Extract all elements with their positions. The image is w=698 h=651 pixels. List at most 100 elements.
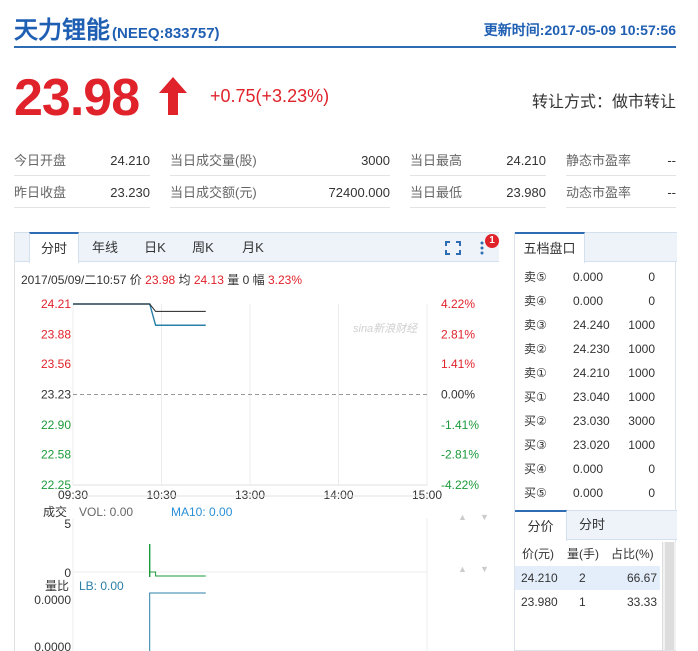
order-qty: 0 [648, 270, 655, 284]
order-price: 0.000 [573, 294, 604, 308]
order-book-row: 买⑤ 0.000 0 [515, 481, 677, 505]
y-tick-percent: 0.00% [441, 388, 475, 402]
order-price: 23.030 [573, 414, 610, 428]
volume-ma-line [149, 571, 206, 577]
volume-ma-text: MA10: 0.00 [171, 505, 233, 519]
stat-static-pe: 静态市盈率 -- [566, 146, 676, 176]
row-ratio: 66.67 [627, 571, 658, 585]
y-tick-price: 23.88 [41, 327, 71, 341]
order-qty: 0 [648, 486, 655, 500]
stat-open: 今日开盘 24.210 [14, 146, 150, 176]
order-book-row: 卖① 24.210 1000 [515, 361, 677, 385]
col-qty: 量(手) [567, 547, 599, 561]
order-book-row: 买① 23.040 1000 [515, 385, 677, 409]
y-tick-percent: -2.81% [441, 448, 479, 462]
current-price: 23.98 [14, 69, 140, 127]
y-tick-price: 23.23 [41, 388, 71, 402]
y-tick-percent: -1.41% [441, 418, 479, 432]
stock-header: 天力锂能 (NEEQ:833757) 更新时间:2017-05-09 10:57:… [14, 8, 676, 48]
volume-tick: 0 [64, 566, 71, 580]
y-tick-percent: 2.81% [441, 327, 475, 341]
stat-volume: 当日成交量(股) 3000 [170, 146, 390, 176]
order-book-row: 卖② 24.230 1000 [515, 337, 677, 361]
chart-panel: 分时 年线 日K 周K 月K 1 2017/05/09/二10:57 价 23.… [14, 232, 499, 651]
stock-name: 天力锂能 (NEEQ:833757) [14, 10, 220, 45]
tab-time-trades[interactable]: 分时 [567, 510, 617, 541]
order-price: 24.230 [573, 342, 610, 356]
order-level: 卖④ [524, 294, 547, 308]
order-level: 卖② [524, 342, 547, 356]
y-tick-price: 22.58 [41, 448, 71, 462]
order-level: 卖⑤ [524, 270, 547, 284]
order-qty: 1000 [628, 438, 655, 452]
row-ratio: 33.33 [627, 595, 658, 609]
y-tick-price: 23.56 [41, 357, 71, 371]
order-qty: 1000 [628, 390, 655, 404]
stat-prev-close: 昨日收盘 23.230 [14, 178, 150, 208]
row-price: 24.210 [521, 571, 558, 585]
stat-dynamic-pe: 动态市盈率 -- [566, 178, 676, 208]
intraday-chart[interactable]: 24.21 4.22% 23.88 2.81% 23.56 1.41% 23.23 0.00%… [15, 232, 499, 651]
order-price: 0.000 [573, 270, 604, 284]
series-line-0 [73, 303, 206, 326]
order-qty: 1000 [628, 318, 655, 332]
trade-tabs: 分价 分时 [515, 510, 677, 541]
tab-order-book[interactable]: 五档盘口 [515, 232, 585, 263]
order-level: 买① [524, 390, 547, 404]
order-level: 卖③ [524, 318, 547, 332]
row-price: 23.980 [521, 595, 558, 609]
stock-code: (NEEQ:833757) [112, 25, 220, 42]
scrollbar-thumb[interactable] [665, 542, 674, 650]
stats-grid: 今日开盘 24.210 当日成交量(股) 3000 当日最高 24.210 静态市盈率… [14, 146, 676, 210]
order-level: 买⑤ [524, 486, 547, 500]
stat-high: 当日最高 24.210 [410, 146, 546, 176]
tab-price-distribution[interactable]: 分价 [515, 510, 567, 541]
order-book-header: 五档盘口 [515, 232, 677, 263]
row-qty: 1 [579, 595, 586, 609]
update-time: 更新时间:2017-05-09 10:57:56 [483, 22, 676, 38]
order-level: 卖① [524, 366, 547, 380]
stats-row: 今日开盘 24.210 当日成交量(股) 3000 当日最高 24.210 静态市盈率… [14, 146, 676, 178]
ratio-tick: 0.0000 [34, 593, 71, 607]
col-price: 价(元) [522, 547, 554, 561]
watermark-logo: sina新浪财经 [353, 322, 418, 335]
y-tick-price: 24.21 [41, 297, 71, 311]
stock-name-text: 天力锂能 [14, 17, 110, 44]
x-tick: 15:00 [412, 488, 442, 502]
order-qty: 1000 [628, 366, 655, 380]
order-price: 0.000 [573, 486, 604, 500]
order-qty: 0 [648, 462, 655, 476]
order-level: 买② [524, 414, 547, 428]
ratio-tick: 0.0000 [34, 640, 71, 651]
row-qty: 2 [579, 571, 586, 585]
scroll-up-icon: ▲ [458, 512, 467, 522]
order-level: 买④ [524, 462, 547, 476]
y-tick-percent: 1.41% [441, 357, 475, 371]
x-tick: 14:00 [323, 488, 353, 502]
price-change: +0.75(+3.23%) [210, 86, 330, 106]
scrollbar[interactable] [662, 542, 676, 650]
order-qty: 1000 [628, 342, 655, 356]
x-tick: 13:00 [235, 488, 265, 502]
x-tick: 10:30 [146, 488, 176, 502]
ratio-label: 量比 [45, 579, 69, 593]
ratio-line [149, 592, 206, 651]
stat-low: 当日最低 23.980 [410, 178, 546, 208]
order-qty: 3000 [628, 414, 655, 428]
order-price: 0.000 [573, 462, 604, 476]
order-price: 24.240 [573, 318, 610, 332]
price-table-row: 24.210 2 66.67 [515, 566, 660, 590]
volume-tick: 5 [64, 517, 71, 531]
col-ratio: 占比(%) [611, 547, 654, 561]
transfer-mode: 转让方式：做市转让 [531, 94, 676, 111]
stat-amount: 当日成交额(元) 72400.000 [170, 178, 390, 208]
order-book-row: 卖⑤ 0.000 0 [515, 265, 677, 289]
price-table-row: 23.980 1 33.33 [515, 590, 660, 614]
y-tick-percent: -4.22% [441, 478, 479, 492]
scroll-down-icon: ▼ [480, 512, 489, 522]
order-book-panel: 五档盘口 卖⑤ 0.000 0 卖④ 0.000 0 卖③ 24.240 1000 卖② 24.23… [514, 232, 677, 651]
stats-row: 昨日收盘 23.230 当日成交额(元) 72400.000 当日最低 23.980 … [14, 178, 676, 210]
price-table-header: 价(元) 量(手) 占比(%) [515, 542, 677, 566]
y-tick-price: 22.90 [41, 418, 71, 432]
order-qty: 0 [648, 294, 655, 308]
